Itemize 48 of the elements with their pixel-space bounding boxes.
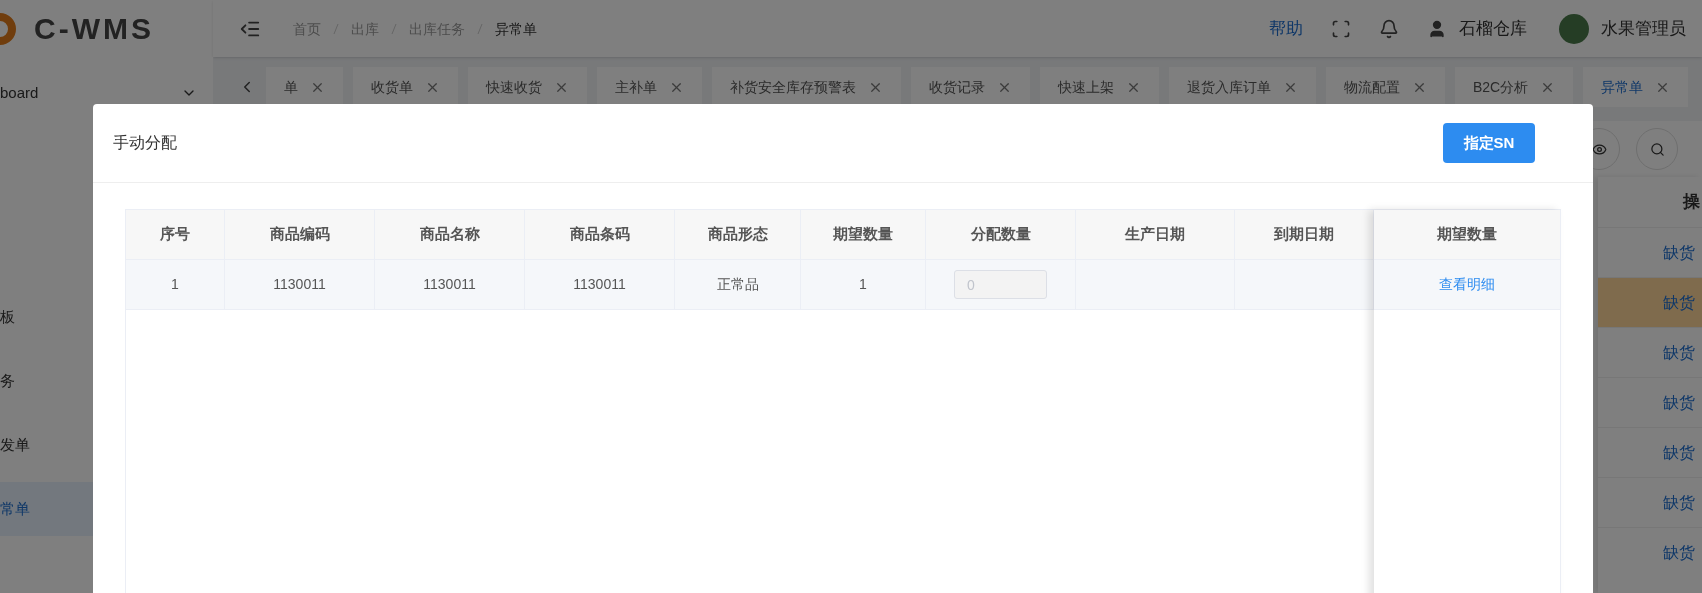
avatar[interactable]: [1559, 13, 1589, 44]
tab[interactable]: B2C分析: [1455, 67, 1574, 107]
fullscreen-icon[interactable]: [1331, 18, 1351, 39]
column-header: 期望数量: [1374, 210, 1560, 260]
table-cell: 正常品: [675, 260, 801, 309]
table-cell: 1130011: [525, 260, 675, 309]
table-row[interactable]: 缺货: [1598, 427, 1702, 477]
table-row[interactable]: 缺货: [1598, 377, 1702, 427]
tab[interactable]: 收货单: [353, 67, 458, 107]
user-icon: [1427, 18, 1447, 39]
table-row[interactable]: 缺货: [1598, 277, 1702, 327]
column-header: 商品名称: [375, 210, 525, 259]
logo: C-WMS: [34, 11, 154, 47]
warehouse-name[interactable]: 石榴仓库: [1459, 15, 1527, 42]
sidebar-item[interactable]: board: [0, 66, 213, 120]
tab[interactable]: 退货入库订单: [1169, 67, 1316, 107]
table-cell: 1130011: [225, 260, 375, 309]
help-link[interactable]: 帮助: [1269, 15, 1303, 42]
table-cell: 1: [126, 260, 225, 309]
column-header: 商品编码: [225, 210, 375, 259]
column-header: 期望数量: [801, 210, 926, 259]
table-row[interactable]: 缺货: [1598, 327, 1702, 377]
tab[interactable]: 主补单: [597, 67, 702, 107]
breadcrumb-item: 异常单: [495, 19, 537, 39]
column-header: 序号: [126, 210, 225, 259]
tab[interactable]: 快速收货: [468, 67, 587, 107]
tab[interactable]: 单: [266, 67, 343, 107]
table-row[interactable]: 缺货: [1598, 477, 1702, 527]
column-header: 分配数量: [926, 210, 1076, 259]
tab[interactable]: 收货记录: [911, 67, 1030, 107]
column-header: 生产日期: [1076, 210, 1235, 259]
column-header: 操: [1681, 191, 1701, 214]
tab[interactable]: 物流配置: [1326, 67, 1445, 107]
table-row[interactable]: 缺货: [1598, 527, 1702, 577]
dialog-title: 手动分配: [113, 133, 178, 153]
column-header: 商品条码: [525, 210, 675, 259]
search-icon: [1649, 141, 1665, 157]
table-cell: 1: [801, 260, 926, 309]
tab[interactable]: 快速上架: [1040, 67, 1159, 107]
table-cell: 1130011: [375, 260, 525, 309]
column-header: 商品形态: [675, 210, 801, 259]
view-details-link[interactable]: 查看明细: [1439, 274, 1495, 295]
assign-sn-button[interactable]: 指定SN: [1443, 123, 1535, 163]
user-name[interactable]: 水果管理员: [1601, 15, 1686, 42]
tab[interactable]: 补货安全库存预警表: [712, 67, 901, 107]
eye-icon: [1591, 141, 1607, 157]
bell-icon[interactable]: [1379, 18, 1399, 39]
tab[interactable]: 异常单: [1583, 67, 1689, 107]
